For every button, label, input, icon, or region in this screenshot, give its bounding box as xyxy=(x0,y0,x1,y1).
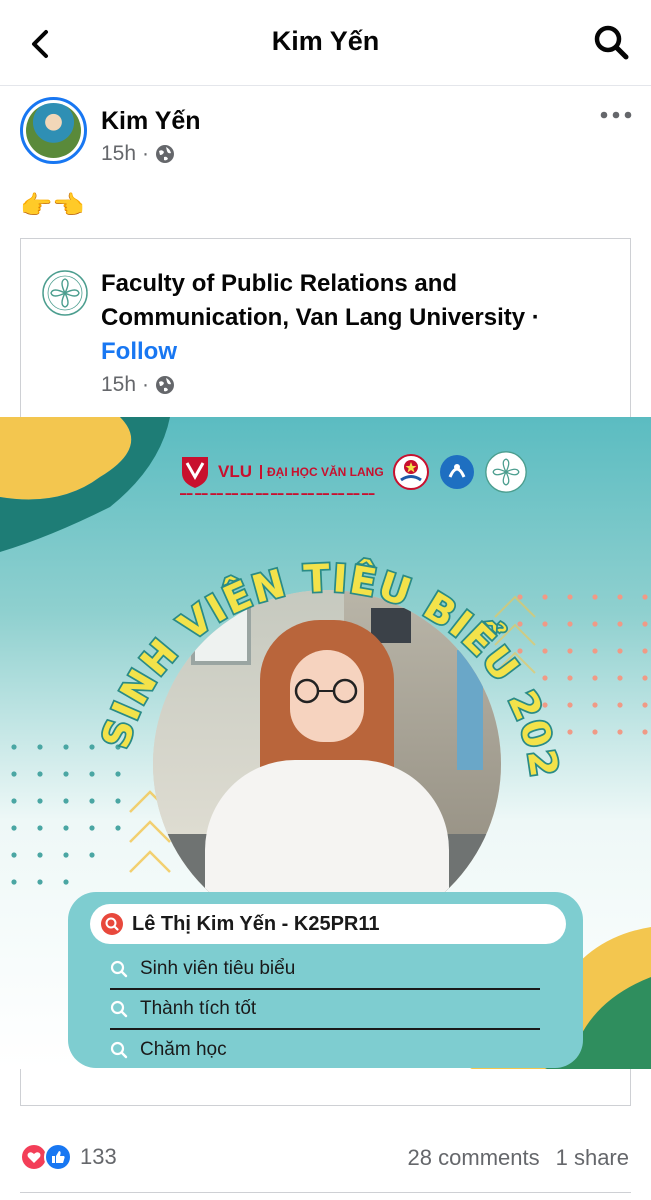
search-icon[interactable] xyxy=(591,22,631,62)
achievement-panel: Lê Thị Kim Yến - K25PR11 Sinh viên tiêu … xyxy=(68,892,583,1068)
achievement-item: Thành tích tốt xyxy=(110,990,540,1030)
post-image[interactable]: VLU ĐẠI HỌC VĂN LANG ▬▬ ▬▬ ▬▬ ▬▬ ▬▬ ▬▬ ▬… xyxy=(0,417,651,1069)
post-caption: 👉👈 xyxy=(20,190,85,220)
search-icon xyxy=(110,960,128,978)
avatar-photo xyxy=(26,103,81,158)
shared-page-name: Faculty of Public Relations and Communic… xyxy=(101,267,601,369)
comments-count[interactable]: 28 comments xyxy=(408,1145,540,1171)
shared-post-meta: 15h · xyxy=(101,373,175,397)
more-options-icon[interactable] xyxy=(599,105,633,125)
name-separator: · xyxy=(525,304,540,331)
page-title: Kim Yến xyxy=(271,26,380,56)
shares-count[interactable]: 1 share xyxy=(556,1145,629,1171)
follow-button[interactable]: Follow xyxy=(101,338,177,365)
reaction-icons xyxy=(20,1143,72,1171)
engagement-stats: 28 comments 1 share xyxy=(408,1145,629,1171)
reactions-summary[interactable]: 133 xyxy=(20,1143,117,1171)
globe-icon xyxy=(156,376,175,394)
search-icon xyxy=(110,1041,128,1059)
shared-post-time[interactable]: 15h xyxy=(101,373,136,397)
student-name: Lê Thị Kim Yến - K25PR11 xyxy=(132,912,380,935)
author-avatar[interactable] xyxy=(20,97,87,164)
post-time[interactable]: 15h xyxy=(101,142,136,166)
meta-dot: · xyxy=(142,373,150,396)
achievement-label: Thành tích tốt xyxy=(140,998,257,1019)
achievement-item: Sinh viên tiêu biểu xyxy=(110,950,540,990)
shared-page-title[interactable]: Faculty of Public Relations and Communic… xyxy=(101,270,525,331)
globe-icon xyxy=(156,145,175,163)
achievement-label: Sinh viên tiêu biểu xyxy=(140,958,296,979)
search-circle-icon xyxy=(101,913,123,935)
divider xyxy=(20,1192,631,1193)
search-icon xyxy=(110,1000,128,1018)
student-name-bar: Lê Thị Kim Yến - K25PR11 xyxy=(90,904,566,944)
top-nav-bar: Kim Yến xyxy=(0,0,651,86)
svg-text:SINH VIÊN TIÊU BIỂU 2022: SINH VIÊN TIÊU BIỂU 2022 xyxy=(0,417,567,781)
page-logo-icon[interactable] xyxy=(41,269,89,317)
like-reaction-icon xyxy=(44,1143,72,1171)
achievement-item: Chăm học xyxy=(110,1030,540,1069)
reaction-count[interactable]: 133 xyxy=(80,1144,117,1170)
post-meta: 15h · xyxy=(101,142,175,166)
post-author-name[interactable]: Kim Yến xyxy=(101,107,201,136)
meta-dot: · xyxy=(142,142,150,165)
achievement-label: Chăm học xyxy=(140,1039,227,1060)
headline-text: SINH VIÊN TIÊU BIỂU 2022 xyxy=(0,417,566,783)
